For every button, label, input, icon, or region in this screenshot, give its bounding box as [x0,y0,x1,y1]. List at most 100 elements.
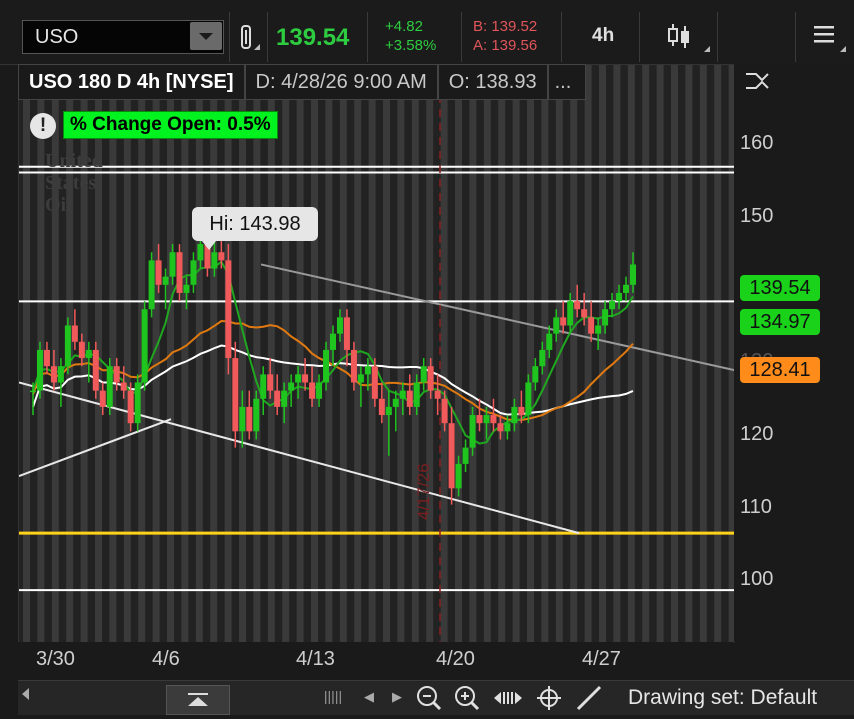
candle-body [78,341,85,359]
scroll-left-arrow[interactable]: ◀ [364,689,374,705]
session-stripe [109,65,117,643]
drawing-set-label[interactable]: Drawing set: Default [628,686,817,710]
scroll-left-icon[interactable] [22,688,29,700]
candle-body [616,292,623,302]
session-stripe [440,65,448,643]
candle-body [302,374,309,383]
candle-body [518,406,525,416]
session-stripe [383,65,390,643]
candle-body [92,349,99,391]
zoom-out-icon[interactable] [414,683,444,713]
candle-body [623,284,630,293]
candle-body [588,317,595,334]
time-tick: 4/20 [436,648,475,670]
bid-price: B: 139.52 [473,18,538,35]
symbol-dropdown-button[interactable] [190,22,222,50]
candle-body [546,333,553,350]
percent-change: +3.58% [385,37,437,54]
candle-body [336,317,343,334]
hamburger-icon [814,26,846,52]
candle-body [85,349,92,359]
candle-body [385,406,392,416]
header-more-button[interactable]: ... [547,64,586,100]
candle-body [490,415,497,424]
candle-body [176,252,183,293]
time-tick: 4/6 [152,648,180,670]
session-stripe [685,65,693,643]
candle-body [427,366,434,391]
candle-body [406,390,413,407]
session-stripe [296,65,304,643]
zoom-in-icon[interactable] [452,683,482,713]
candle-body [43,349,50,367]
time-tick: 4/27 [582,648,621,670]
draw-line-icon[interactable] [574,683,604,713]
crosshair-icon[interactable] [534,683,564,713]
logo-line-2: States [45,172,97,194]
candle-body [476,415,483,424]
candle-body [155,260,162,285]
price-chart[interactable] [18,64,735,643]
candle-body [357,374,364,383]
menu-button[interactable] [795,12,854,62]
candle-body [295,374,302,383]
session-stripe [512,65,520,643]
session-stripe [527,65,534,643]
candle-body [630,264,636,285]
candle-body [581,309,588,318]
candle-body [113,366,120,383]
candle-body [260,374,267,399]
pan-icon[interactable] [492,683,524,713]
event-date-marker: 4/17/26 [414,463,433,520]
candle-body [99,390,106,407]
scroll-right-arrow[interactable]: ▶ [392,689,402,705]
last-price-tag: 139.54 [740,275,820,301]
collapse-panel-button[interactable] [166,685,230,715]
candle-body [232,358,239,432]
candle-body [246,406,253,432]
session-stripe [210,65,218,643]
chart-title: USO 180 D 4h [NYSE] [18,64,245,100]
candle-body [553,317,560,334]
session-stripe [570,65,578,643]
alert-icon[interactable]: ! [30,113,56,139]
session-stripe [411,65,419,643]
chart-style-button[interactable] [639,12,717,62]
logo-line-1: United [45,150,103,172]
session-stripe [267,65,275,643]
time-tick: 4/13 [296,648,335,670]
sma-price-tag: 134.97 [740,309,820,335]
candle-body [560,317,567,326]
net-change: +4.82 [385,18,423,35]
time-axis[interactable]: 3/30 4/6 4/13 4/20 4/27 [18,642,734,680]
link-button[interactable] [229,12,267,62]
candle-body [483,415,490,424]
session-stripe [714,65,722,643]
chart-canvas[interactable] [19,65,735,643]
price-axis[interactable]: 160 150 140 130 120 110 100 139.54 134.9… [734,64,854,642]
candle-body [539,349,546,367]
candle-body [595,325,602,334]
price-tick: 120 [740,423,774,445]
candle-body [462,447,469,464]
candle-body [148,260,155,310]
percent-change-open-label: % Change Open: 0.5% [63,111,278,139]
session-stripe [613,65,621,643]
ask-price: A: 139.56 [473,37,538,54]
candle-body [127,390,134,424]
candle-body [567,301,574,326]
expand-collapse-icon[interactable] [742,66,772,101]
candle-body [211,252,218,269]
candle-body [30,390,36,393]
scroll-grip[interactable]: ||||| [318,688,348,708]
candle-body [602,309,609,326]
candle-body [378,398,385,416]
candle-body [441,398,448,424]
candlestick-icon [668,24,710,52]
high-bubble: Hi: 143.98 [192,207,318,250]
candle-body [253,398,260,432]
candle-body [120,382,127,391]
time-tick: 3/30 [36,648,75,670]
session-stripe [483,65,491,643]
session-stripe [584,65,592,643]
